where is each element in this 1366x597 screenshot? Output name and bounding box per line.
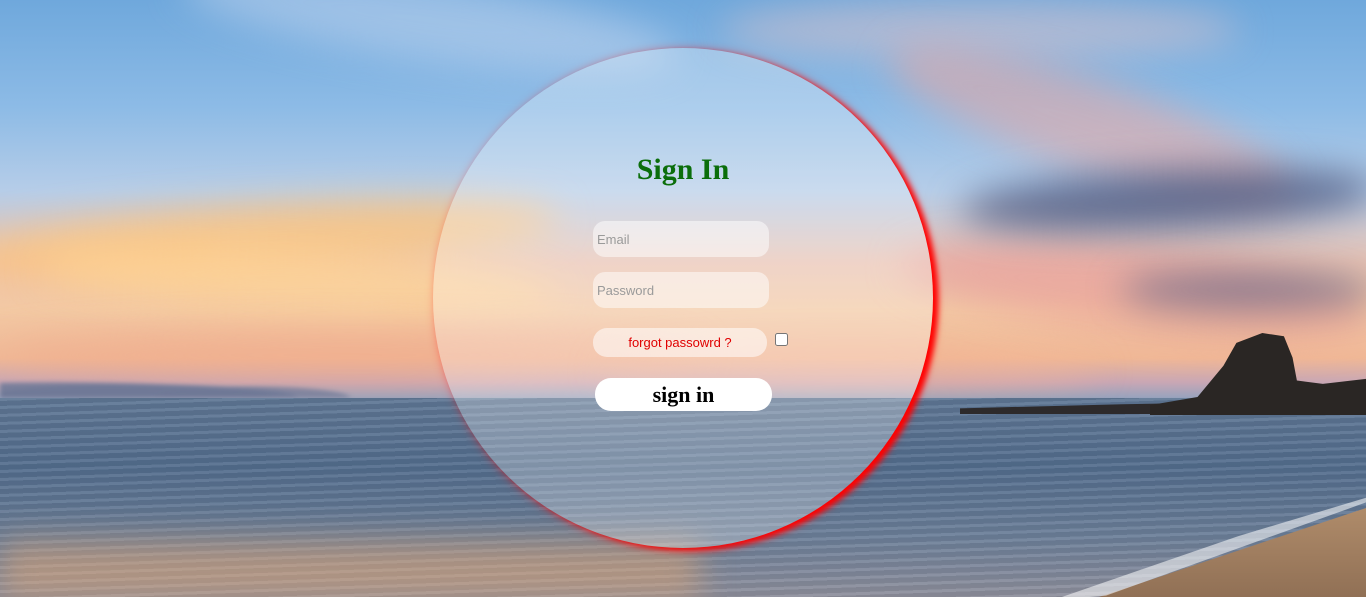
- login-panel: Sign In forgot passowrd ? sign in: [433, 48, 933, 548]
- sea-reflection: [0, 540, 700, 597]
- sea-rock: [1150, 333, 1366, 415]
- page-title: Sign In: [636, 153, 730, 186]
- sign-in-button[interactable]: sign in: [595, 378, 772, 411]
- cloud: [1120, 270, 1366, 310]
- remember-checkbox[interactable]: [775, 333, 788, 346]
- forgot-password-link[interactable]: forgot passowrd ?: [593, 328, 767, 357]
- cloud: [958, 159, 1366, 241]
- email-field[interactable]: [593, 221, 769, 257]
- password-field[interactable]: [593, 272, 769, 308]
